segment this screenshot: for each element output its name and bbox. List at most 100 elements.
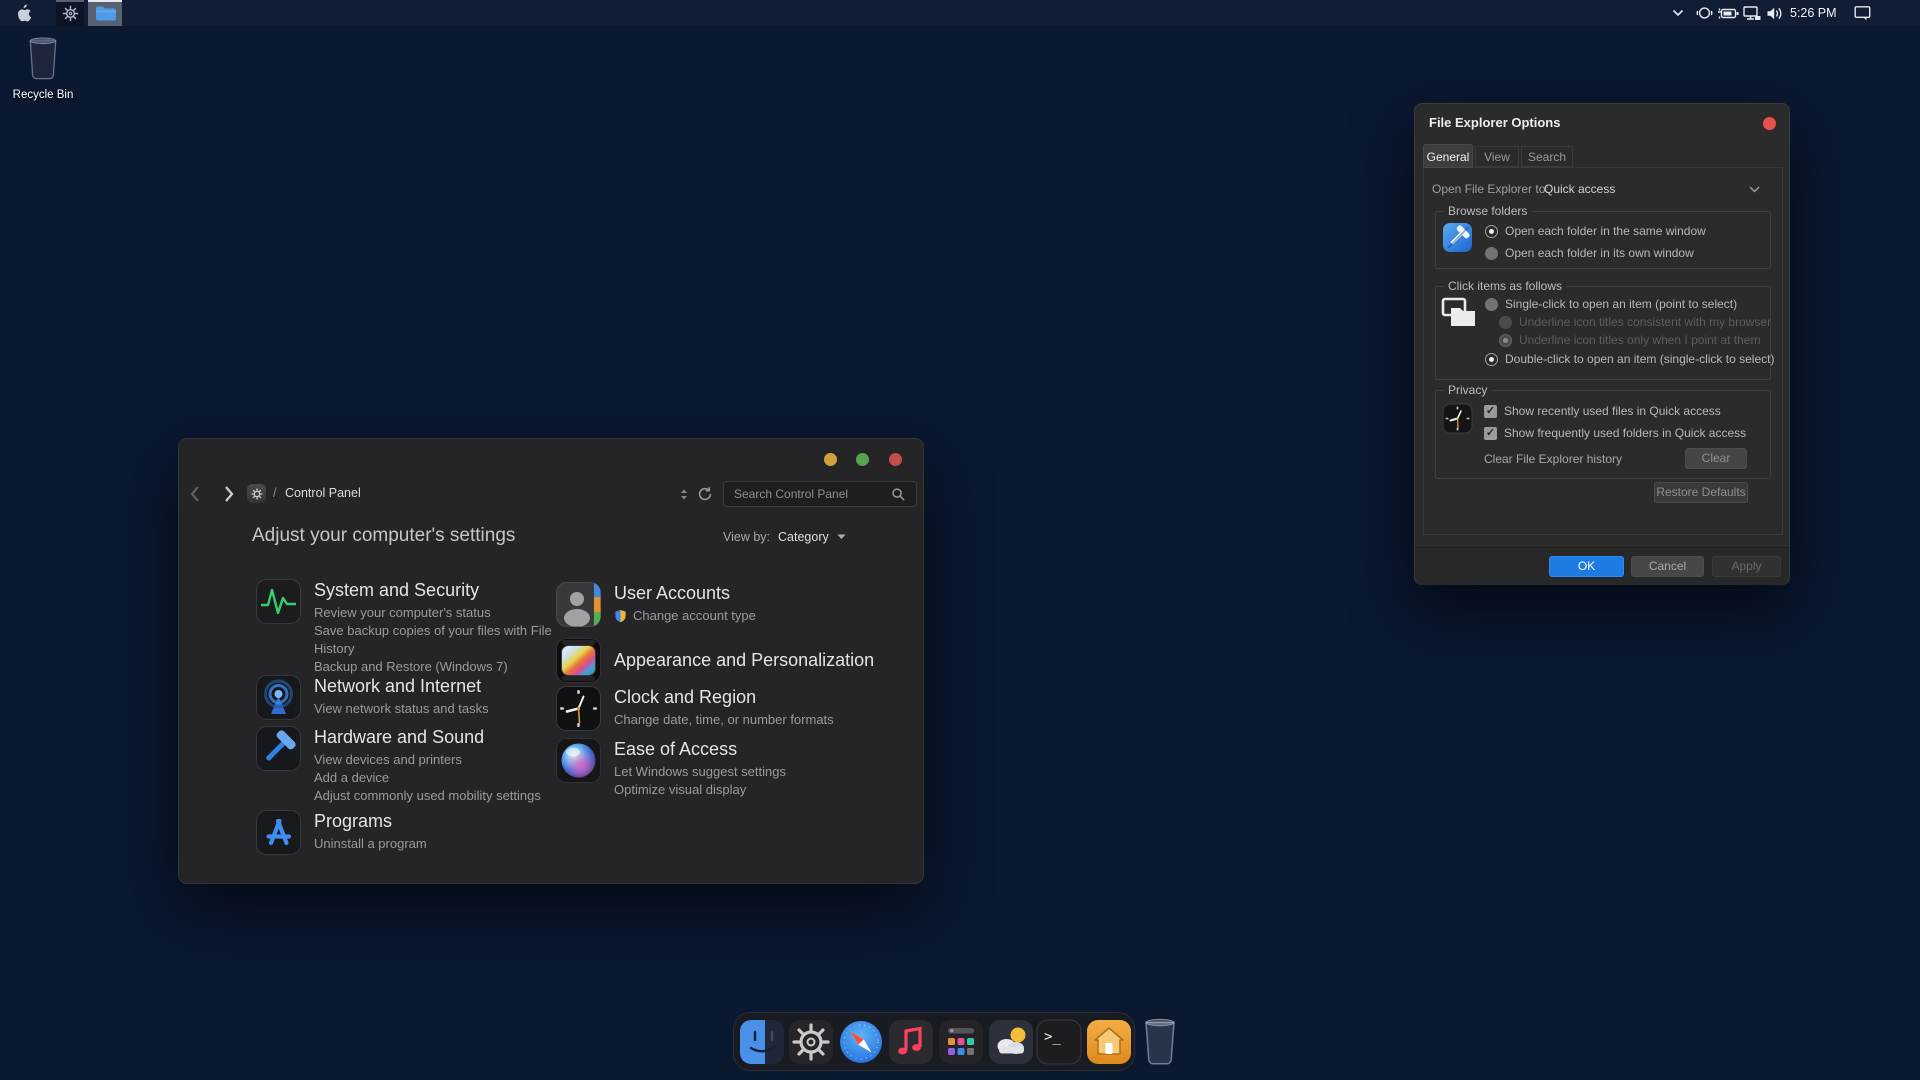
- app-store-icon[interactable]: [256, 810, 301, 855]
- radio-same-window[interactable]: Open each folder in the same window: [1485, 224, 1706, 238]
- category-link[interactable]: Add a device: [314, 769, 572, 787]
- radio-underline-point[interactable]: Underline icon titles only when I point …: [1499, 333, 1760, 347]
- user-accounts-icon[interactable]: [556, 582, 601, 627]
- radio-icon[interactable]: [1485, 247, 1498, 260]
- radio-label: Single-click to open an item (point to s…: [1505, 297, 1737, 311]
- dock-home-icon[interactable]: [1086, 1019, 1132, 1065]
- group-label: Privacy: [1444, 383, 1491, 397]
- checkbox-checked-icon[interactable]: ✓: [1484, 427, 1497, 440]
- activity-monitor-icon[interactable]: [256, 579, 301, 624]
- apply-button[interactable]: Apply: [1712, 556, 1781, 577]
- category-link[interactable]: View devices and printers: [314, 751, 572, 769]
- close-traffic-light[interactable]: [889, 453, 902, 466]
- recycle-bin-desktop-icon[interactable]: Recycle Bin: [8, 34, 78, 101]
- forward-button[interactable]: [223, 485, 235, 503]
- meet-now-icon[interactable]: [1694, 5, 1714, 21]
- ok-button[interactable]: OK: [1549, 556, 1624, 577]
- clock-time[interactable]: 5:26 PM: [1790, 0, 1842, 26]
- radio-double-click[interactable]: Double-click to open an item (single-cli…: [1485, 352, 1774, 366]
- dock-launchpad-icon[interactable]: [938, 1019, 984, 1065]
- browse-folders-group: Browse folders Open each folder in the s…: [1435, 211, 1771, 269]
- volume-icon[interactable]: [1764, 5, 1784, 21]
- category-link[interactable]: Change date, time, or number formats: [614, 711, 874, 729]
- category-title[interactable]: System and Security: [314, 579, 572, 601]
- category-ease-of-access: Ease of Access Let Windows suggest setti…: [556, 738, 874, 799]
- appearance-icon[interactable]: [556, 638, 601, 683]
- refresh-icon[interactable]: [697, 486, 713, 502]
- network-beacon-icon[interactable]: [256, 675, 301, 720]
- checkbox-frequent-folders[interactable]: ✓ Show frequently used folders in Quick …: [1484, 426, 1746, 440]
- uac-shield-icon: [614, 609, 627, 623]
- radio-underline-browser[interactable]: Underline icon titles consistent with my…: [1499, 315, 1771, 329]
- radio-own-window[interactable]: Open each folder in its own window: [1485, 246, 1694, 260]
- category-link[interactable]: View network status and tasks: [314, 700, 572, 718]
- category-title[interactable]: Programs: [314, 810, 572, 832]
- radio-selected-icon[interactable]: [1485, 353, 1498, 366]
- dialog-title: File Explorer Options: [1429, 115, 1560, 130]
- action-center-icon[interactable]: [1852, 5, 1872, 21]
- category-title[interactable]: Clock and Region: [614, 686, 874, 708]
- hammer-icon[interactable]: [256, 726, 301, 771]
- category-link[interactable]: Backup and Restore (Windows 7): [314, 658, 572, 676]
- clear-button[interactable]: Clear: [1685, 448, 1747, 469]
- dialog-footer: OK Cancel Apply: [1415, 547, 1789, 585]
- search-input[interactable]: [723, 481, 917, 507]
- dock-settings-icon[interactable]: [788, 1019, 834, 1065]
- cancel-button[interactable]: Cancel: [1631, 556, 1704, 577]
- category-title[interactable]: Network and Internet: [314, 675, 572, 697]
- category-link[interactable]: Uninstall a program: [314, 835, 572, 853]
- category-link[interactable]: Adjust commonly used mobility settings: [314, 787, 572, 805]
- page-title: Adjust your computer's settings: [252, 525, 515, 547]
- category-link[interactable]: Review your computer's status: [314, 604, 572, 622]
- dock-weather-icon[interactable]: [988, 1019, 1034, 1065]
- maximize-traffic-light[interactable]: [856, 453, 869, 466]
- apple-menu-button[interactable]: [8, 0, 38, 26]
- category-link[interactable]: Save backup copies of your files with Fi…: [314, 622, 572, 658]
- dock-terminal-icon[interactable]: >_: [1036, 1019, 1082, 1065]
- restore-defaults-button[interactable]: Restore Defaults: [1654, 482, 1748, 503]
- category-link[interactable]: Change account type: [633, 607, 756, 625]
- checkbox-recent-files[interactable]: ✓ Show recently used files in Quick acce…: [1484, 404, 1721, 418]
- back-button[interactable]: [189, 485, 201, 503]
- window-toolbar: / Control Panel: [179, 479, 923, 509]
- minimize-traffic-light[interactable]: [824, 453, 837, 466]
- category-link[interactable]: Let Windows suggest settings: [614, 763, 874, 781]
- view-by-value[interactable]: Category: [778, 530, 829, 544]
- category-title[interactable]: Hardware and Sound: [314, 726, 572, 748]
- tab-search[interactable]: Search: [1521, 146, 1573, 167]
- close-button[interactable]: [1763, 117, 1776, 130]
- breadcrumb[interactable]: Control Panel: [285, 486, 361, 500]
- view-by-control[interactable]: View by: Category: [723, 530, 846, 544]
- dock-music-icon[interactable]: [888, 1019, 934, 1065]
- taskbar-settings-button[interactable]: [56, 0, 84, 26]
- taskbar-file-explorer-button[interactable]: [88, 0, 122, 26]
- dock-safari-icon[interactable]: [838, 1019, 884, 1065]
- dock: >_: [733, 1012, 1135, 1071]
- clock-icon[interactable]: [556, 686, 601, 731]
- checkbox-checked-icon[interactable]: ✓: [1484, 405, 1497, 418]
- network-icon[interactable]: [1742, 5, 1762, 21]
- search-icon[interactable]: [891, 487, 906, 502]
- category-clock-region: Clock and Region Change date, time, or n…: [556, 686, 874, 731]
- tray-chevron-icon[interactable]: [1668, 5, 1688, 21]
- group-label: Browse folders: [1444, 204, 1531, 218]
- address-dropdown-icon[interactable]: [679, 488, 689, 501]
- radio-label: Double-click to open an item (single-cli…: [1505, 352, 1774, 366]
- category-link[interactable]: Optimize visual display: [614, 781, 874, 799]
- tab-view[interactable]: View: [1475, 146, 1519, 167]
- radio-single-click[interactable]: Single-click to open an item (point to s…: [1485, 297, 1737, 311]
- radio-icon[interactable]: [1485, 298, 1498, 311]
- category-title[interactable]: User Accounts: [614, 582, 872, 604]
- battery-icon[interactable]: [1716, 5, 1740, 21]
- siri-icon[interactable]: [556, 738, 601, 783]
- open-to-dropdown[interactable]: Quick access: [1544, 182, 1615, 196]
- category-title[interactable]: Ease of Access: [614, 738, 874, 760]
- radio-label: Open each folder in the same window: [1505, 224, 1706, 238]
- dock-trash-icon[interactable]: [1138, 1016, 1182, 1068]
- dropdown-chevron-icon[interactable]: [1749, 186, 1760, 193]
- radio-selected-icon[interactable]: [1485, 225, 1498, 238]
- category-title[interactable]: Appearance and Personalization: [614, 638, 874, 671]
- tab-general[interactable]: General: [1423, 144, 1473, 168]
- dock-finder-icon[interactable]: [739, 1019, 785, 1065]
- control-panel-breadcrumb-icon[interactable]: [247, 484, 266, 503]
